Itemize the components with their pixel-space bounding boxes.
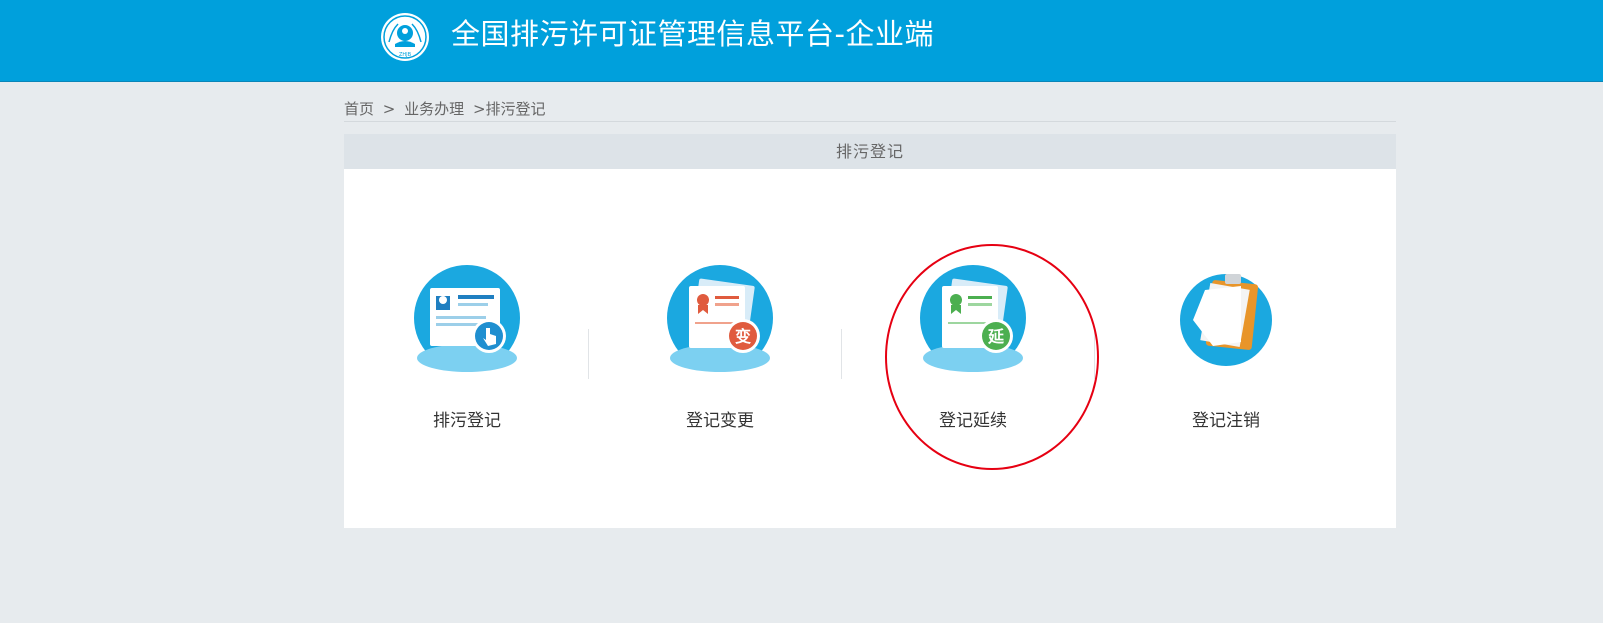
highlight-circle <box>885 244 1099 470</box>
breadcrumb-current: >排污登记 <box>472 100 546 118</box>
svg-text:变: 变 <box>735 327 751 346</box>
breadcrumb-separator: > <box>382 100 396 118</box>
breadcrumb-home[interactable]: 首页 <box>344 100 374 118</box>
tile-divider <box>588 329 589 379</box>
top-header: ZHJB 全国排污许可证管理信息平台-企业端 <box>0 0 1603 82</box>
site-title: 全国排污许可证管理信息平台-企业端 <box>451 17 934 51</box>
clipboard-icon <box>1180 274 1272 366</box>
tile-label: 排污登记 <box>433 411 501 431</box>
registration-card-icon <box>414 265 520 372</box>
tile-label: 登记注销 <box>1192 411 1260 431</box>
panel-title: 排污登记 <box>344 134 1396 169</box>
svg-text:ZHJB: ZHJB <box>399 52 412 58</box>
tile-cancel[interactable]: 登记注销 <box>1161 260 1291 431</box>
change-certificate-icon: 变 <box>667 265 773 372</box>
tile-divider <box>841 329 842 379</box>
tile-registration[interactable]: 排污登记 <box>402 260 532 431</box>
breadcrumb-business[interactable]: 业务办理 <box>404 100 464 118</box>
ministry-emblem-icon: ZHJB <box>381 13 429 61</box>
registration-panel: 排污登记 排污登记 变 登记变更 延 登记延续 登记注销 <box>344 134 1396 528</box>
tile-label: 登记变更 <box>686 411 754 431</box>
breadcrumb: 首页 > 业务办理 >排污登记 <box>344 98 1396 122</box>
tile-change[interactable]: 变 登记变更 <box>655 260 785 431</box>
